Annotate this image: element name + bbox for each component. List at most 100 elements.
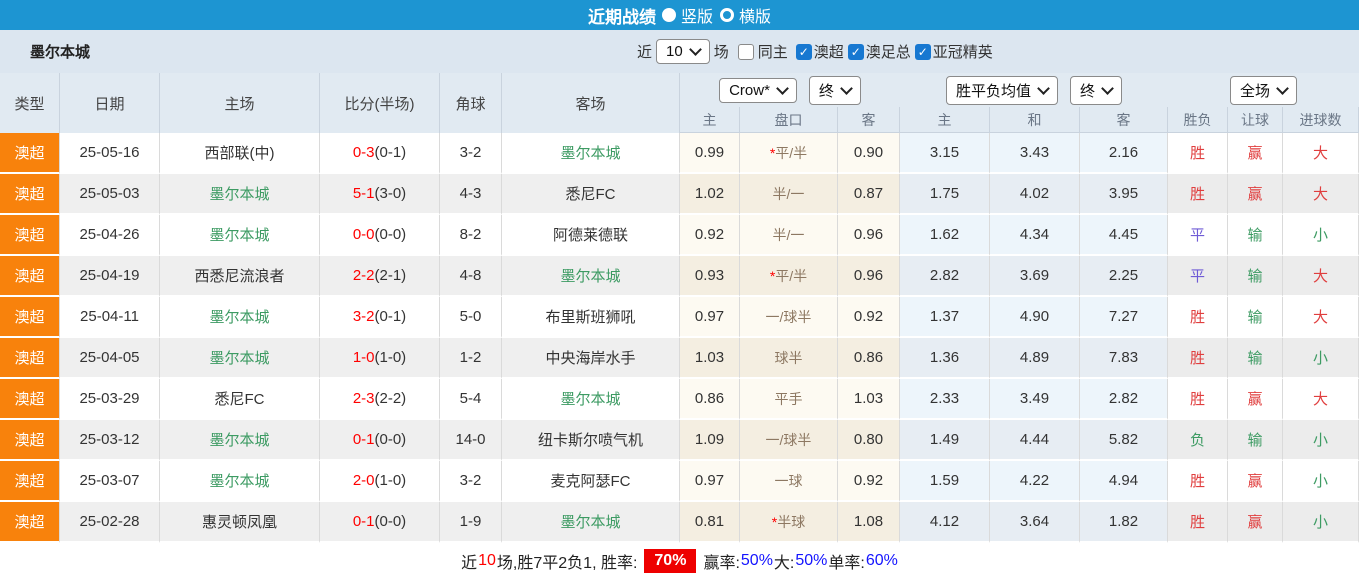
home-odds-cell: 1.03	[680, 338, 740, 379]
home-team-cell[interactable]: 西悉尼流浪者	[160, 256, 320, 297]
fulltime-score: 5-1	[353, 185, 375, 202]
league-label[interactable]: 亚冠精英	[933, 41, 993, 62]
summary-text: 单率:	[828, 549, 864, 573]
col-header-date: 日期	[60, 73, 160, 133]
goals-cell: 大	[1283, 379, 1359, 420]
away-team-cell[interactable]: 阿德莱德联	[502, 215, 680, 256]
match-count-select[interactable]: 10	[656, 39, 710, 64]
fulltime-score: 3-2	[353, 308, 375, 325]
home-team-cell[interactable]: 墨尔本城	[160, 461, 320, 502]
away-team-cell[interactable]: 墨尔本城	[502, 379, 680, 420]
corners-cell: 8-2	[440, 215, 502, 256]
score-cell: 0-1(0-0)	[320, 420, 440, 461]
away-team-cell[interactable]: 麦克阿瑟FC	[502, 461, 680, 502]
sub-header-avg-lose: 客	[1080, 107, 1168, 133]
match-row: 澳超25-04-11墨尔本城3-2(0-1)5-0布里斯班狮吼0.97一/球半0…	[0, 297, 1359, 338]
league-label[interactable]: 澳超	[814, 41, 844, 62]
home-odds-cell: 0.99	[680, 133, 740, 174]
scope-select[interactable]: 全场	[1230, 76, 1297, 105]
goals-cell: 小	[1283, 338, 1359, 379]
layout-radio-off[interactable]: 横版	[720, 3, 771, 27]
summary-text: 场,胜7平2负1, 胜率:	[497, 549, 637, 573]
home-team-cell[interactable]: 墨尔本城	[160, 297, 320, 338]
chevron-down-icon	[840, 82, 853, 95]
home-team-cell[interactable]: 墨尔本城	[160, 215, 320, 256]
halftime-score: (0-1)	[375, 144, 407, 161]
away-team-cell[interactable]: 布里斯班狮吼	[502, 297, 680, 338]
radio-icon[interactable]	[720, 8, 734, 22]
away-team-cell[interactable]: 中央海岸水手	[502, 338, 680, 379]
away-team-cell[interactable]: 墨尔本城	[502, 133, 680, 174]
away-odds-cell: 0.86	[838, 338, 900, 379]
match-row: 澳超25-03-07墨尔本城2-0(1-0)3-2麦克阿瑟FC0.97一球0.9…	[0, 461, 1359, 502]
summary-text: 10	[478, 552, 496, 570]
handicap-result-cell: 输	[1228, 420, 1283, 461]
result-cell: 胜	[1168, 297, 1228, 338]
goals-cell: 小	[1283, 420, 1359, 461]
handicap-cell: 一/球半	[740, 297, 838, 338]
topbar: 近期战绩 竖版横版	[0, 0, 1359, 30]
odds-select-header: Crow* 终	[680, 73, 900, 107]
match-row: 澳超25-05-16西部联(中)0-3(0-1)3-2墨尔本城0.99*平/半0…	[0, 133, 1359, 174]
chevron-down-icon	[1037, 82, 1050, 95]
handicap-result-cell: 输	[1228, 338, 1283, 379]
match-row: 澳超25-04-05墨尔本城1-0(1-0)1-2中央海岸水手1.03球半0.8…	[0, 338, 1359, 379]
league-cell: 澳超	[0, 461, 60, 502]
date-cell: 25-03-29	[60, 379, 160, 420]
goals-cell: 小	[1283, 461, 1359, 502]
goals-cell: 大	[1283, 133, 1359, 174]
away-team-cell[interactable]: 纽卡斯尔喷气机	[502, 420, 680, 461]
same-home-checkbox[interactable]	[738, 44, 754, 60]
avg-win-cell: 1.59	[900, 461, 990, 502]
halftime-score: (2-2)	[375, 390, 407, 407]
league-label[interactable]: 澳足总	[866, 41, 911, 62]
home-team-cell[interactable]: 悉尼FC	[160, 379, 320, 420]
layout-radio-on[interactable]: 竖版	[662, 3, 713, 27]
away-team-cell[interactable]: 悉尼FC	[502, 174, 680, 215]
score-cell: 5-1(3-0)	[320, 174, 440, 215]
away-odds-cell: 0.92	[838, 461, 900, 502]
scope-select-header: 全场	[1168, 73, 1359, 107]
radio-label[interactable]: 竖版	[681, 3, 713, 27]
away-odds-cell: 0.90	[838, 133, 900, 174]
away-odds-cell: 1.03	[838, 379, 900, 420]
home-team-cell[interactable]: 墨尔本城	[160, 420, 320, 461]
league-cell: 澳超	[0, 215, 60, 256]
league-checkbox[interactable]	[915, 44, 931, 60]
odds-company-select[interactable]: Crow*	[719, 78, 797, 103]
home-team-cell[interactable]: 西部联(中)	[160, 133, 320, 174]
away-team-cell[interactable]: 墨尔本城	[502, 256, 680, 297]
handicap-result-cell: 赢	[1228, 133, 1283, 174]
handicap-result-cell: 赢	[1228, 461, 1283, 502]
date-cell: 25-03-07	[60, 461, 160, 502]
halftime-score: (1-0)	[375, 349, 407, 366]
league-cell: 澳超	[0, 379, 60, 420]
home-odds-cell: 0.92	[680, 215, 740, 256]
league-cell: 澳超	[0, 338, 60, 379]
score-cell: 2-3(2-2)	[320, 379, 440, 420]
away-team-cell[interactable]: 墨尔本城	[502, 502, 680, 543]
avg-draw-cell: 3.49	[990, 379, 1080, 420]
league-checkbox[interactable]	[848, 44, 864, 60]
corners-cell: 4-3	[440, 174, 502, 215]
radio-icon[interactable]	[662, 8, 676, 22]
league-checkbox[interactable]	[796, 44, 812, 60]
handicap-cell: 平手	[740, 379, 838, 420]
home-team-cell[interactable]: 墨尔本城	[160, 174, 320, 215]
handicap-result-cell: 输	[1228, 297, 1283, 338]
corners-cell: 3-2	[440, 133, 502, 174]
odds-final-select[interactable]: 终	[809, 76, 861, 105]
avg-final-select[interactable]: 终	[1070, 76, 1122, 105]
win-rate-badge: 70%	[644, 549, 696, 573]
home-team-cell[interactable]: 墨尔本城	[160, 338, 320, 379]
avg-draw-cell: 3.43	[990, 133, 1080, 174]
home-team-cell[interactable]: 惠灵顿凤凰	[160, 502, 320, 543]
same-home-label[interactable]: 同主	[758, 41, 788, 62]
radio-label[interactable]: 横版	[739, 3, 771, 27]
avg-draw-cell: 4.44	[990, 420, 1080, 461]
avg-draw-cell: 4.89	[990, 338, 1080, 379]
avg-select-header: 胜平负均值 终	[900, 73, 1168, 107]
recent-results-table: 类型 日期 主场 比分(半场) 角球 客场 Crow* 终	[0, 73, 1359, 543]
avg-type-select[interactable]: 胜平负均值	[946, 76, 1058, 105]
layout-radio-group: 竖版 横版	[662, 3, 771, 27]
